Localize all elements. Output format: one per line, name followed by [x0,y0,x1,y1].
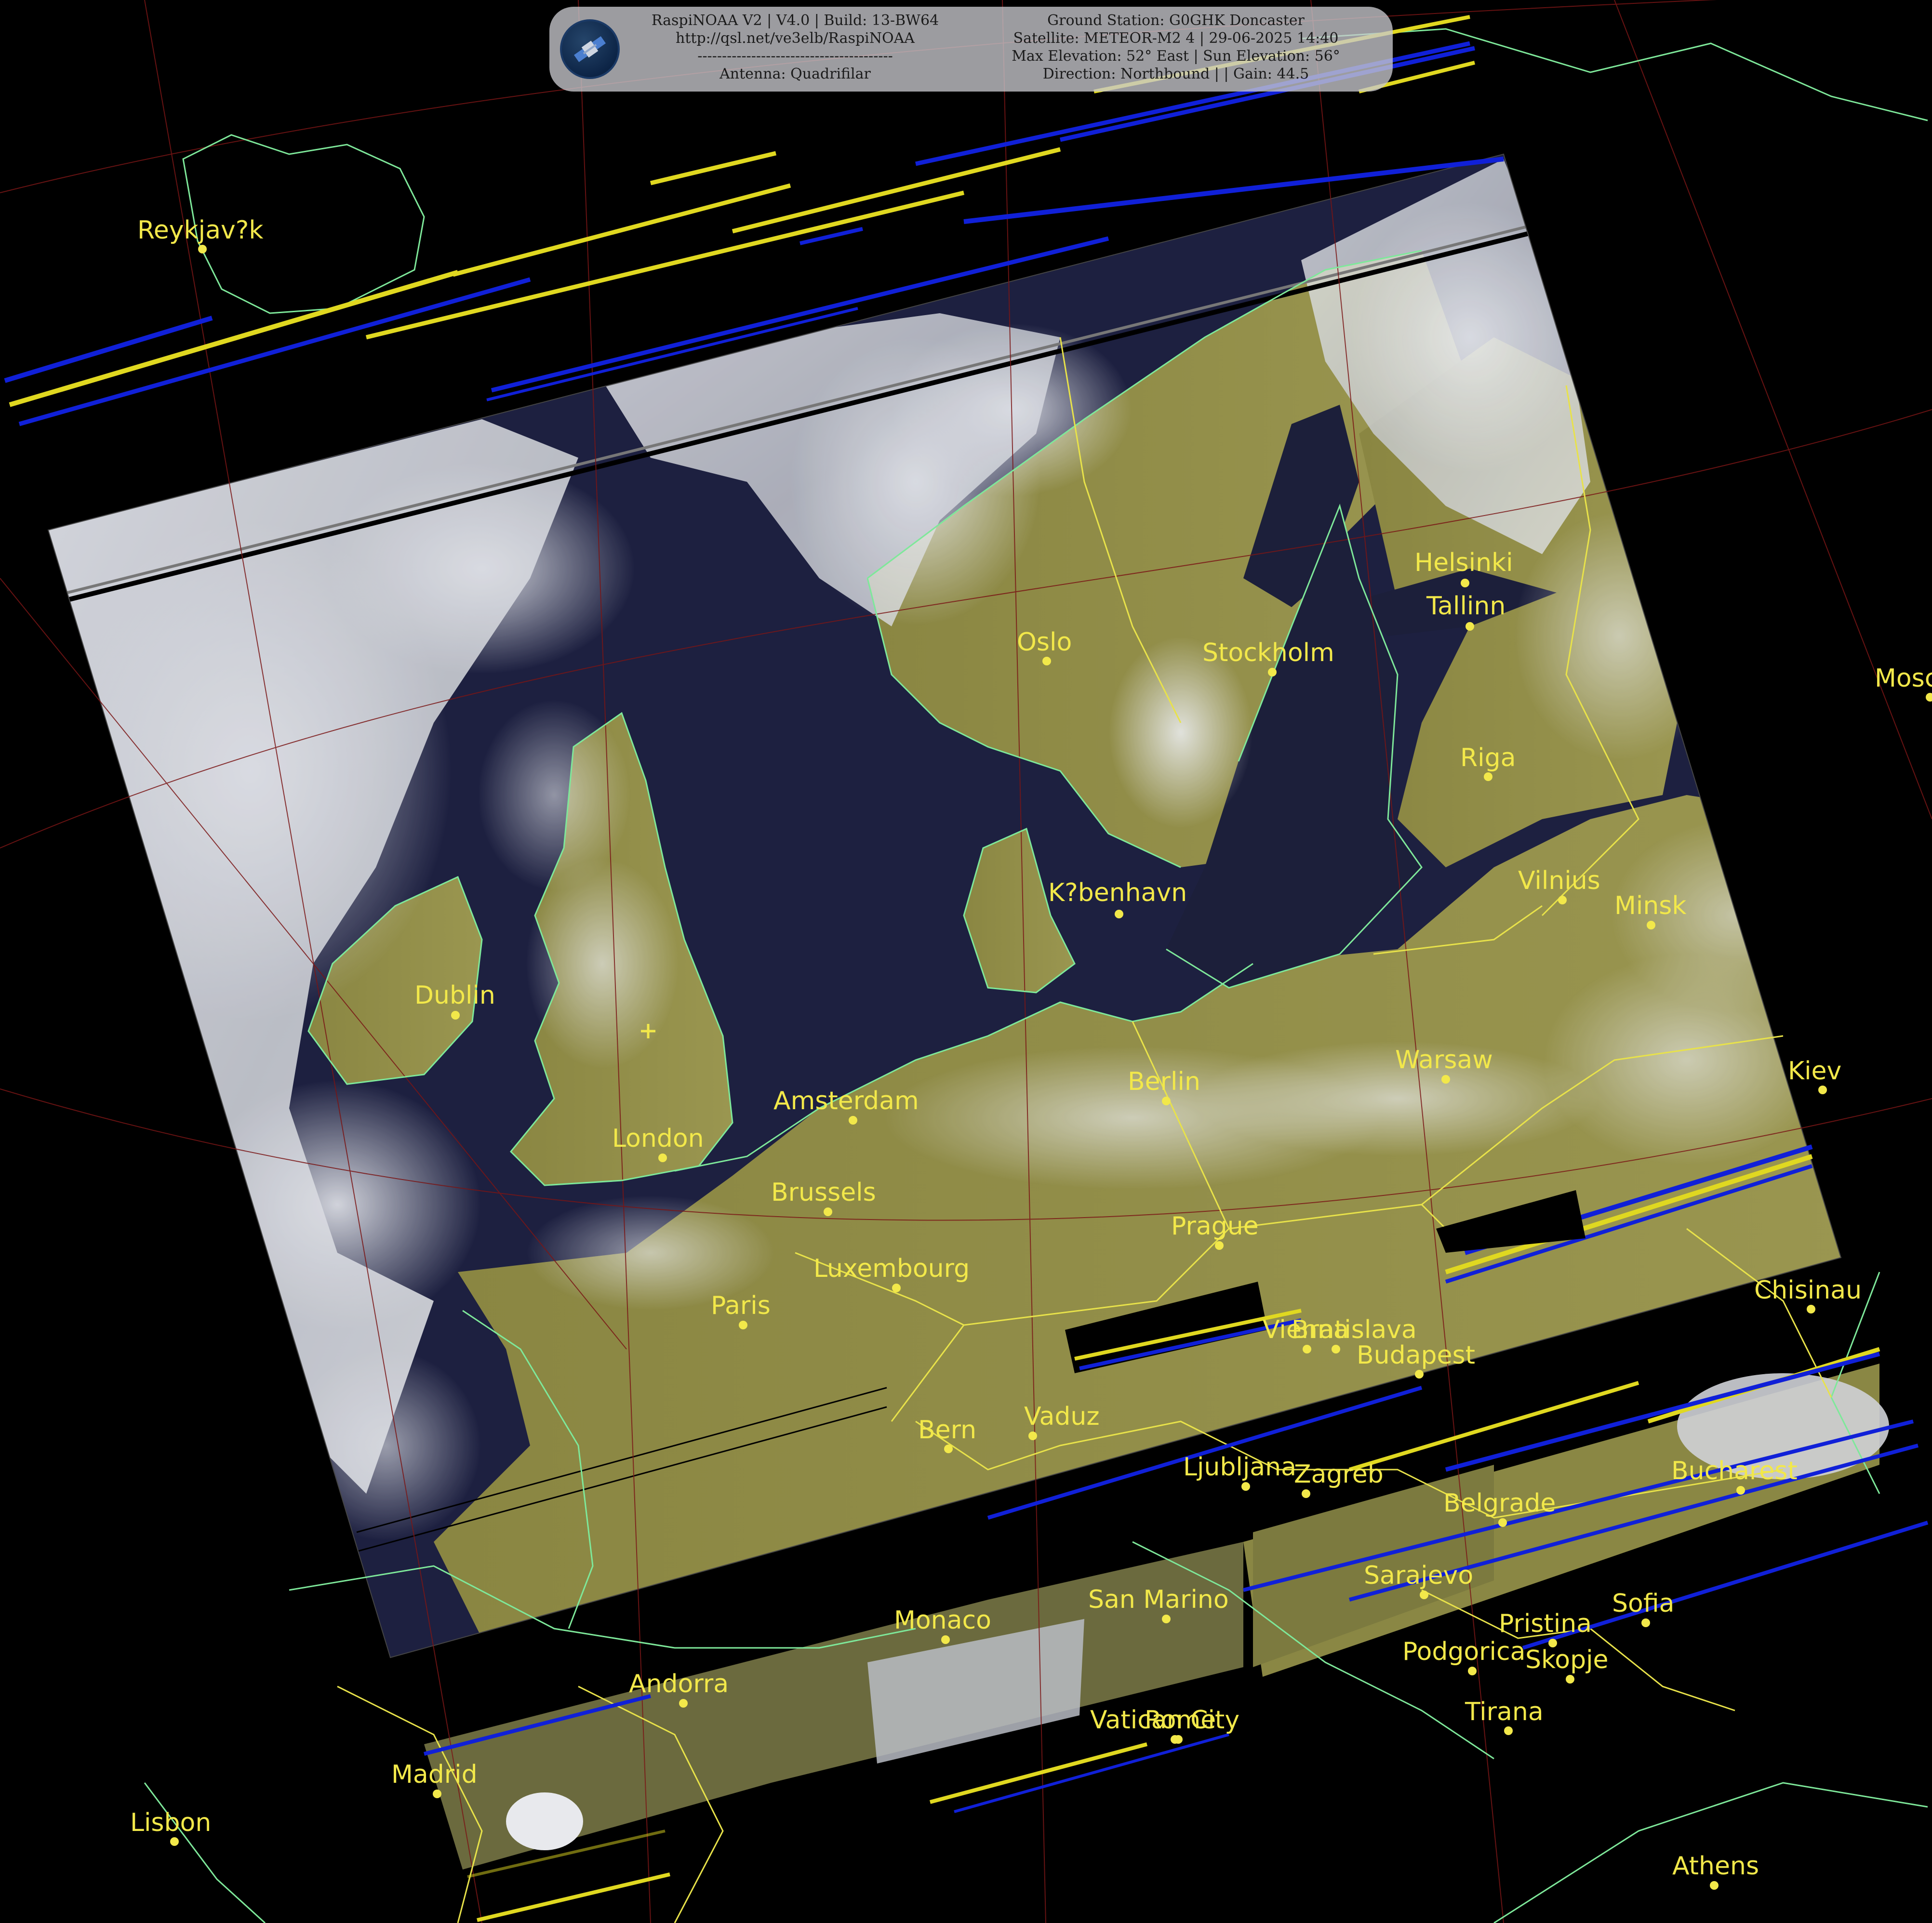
city-marker-luxembourg [892,1284,901,1292]
city-label-chisinau: Chisinau [1754,1276,1862,1305]
city-label-zagreb: Zagreb [1294,1460,1384,1489]
city-marker-vilnius [1558,896,1567,904]
city-label-reykjav-k: Reykjav?k [137,216,263,245]
city-label-paris: Paris [711,1291,771,1320]
city-marker-chisinau [1807,1305,1815,1313]
direction-gain-line: Direction: Northbound | | Gain: 44.5 [1042,66,1309,82]
city-label-tirana: Tirana [1465,1698,1544,1726]
city-marker-stockholm [1268,668,1277,676]
city-marker-lisbon [170,1837,179,1846]
city-marker-oslo [1042,657,1051,665]
city-label-k-benhavn: K?benhavn [1048,878,1187,907]
city-label-san-marino: San Marino [1088,1585,1229,1614]
antenna-line: Antenna: Quadrifilar [720,66,871,82]
city-label-skopje: Skopje [1525,1645,1609,1674]
city-marker-budapest [1415,1370,1424,1379]
city-label-madrid: Madrid [391,1760,478,1789]
city-marker-minsk [1647,921,1655,929]
city-marker-warsaw [1441,1075,1450,1084]
city-marker-zagreb [1302,1489,1310,1498]
city-marker-athens [1710,1881,1719,1890]
city-label-minsk: Minsk [1614,891,1686,920]
city-marker-tallinn [1466,622,1474,631]
city-label-ljubljana: Ljubljana [1183,1453,1296,1482]
city-marker-podgorica [1468,1667,1477,1675]
city-label-riga: Riga [1460,743,1516,772]
city-label-bucharest: Bucharest [1671,1457,1798,1485]
city-label-vaduz: Vaduz [1024,1402,1100,1431]
separator-line: ---------------------------------------- [697,48,893,65]
city-marker-riga [1484,772,1492,781]
city-marker-sarajevo [1420,1591,1428,1599]
city-label-budapest: Budapest [1357,1341,1475,1370]
city-label-warsaw: Warsaw [1395,1046,1493,1074]
city-label-lisbon: Lisbon [130,1808,211,1837]
city-label-brussels: Brussels [771,1178,876,1207]
city-label-kiev: Kiev [1788,1057,1841,1086]
city-marker-mosc [1926,693,1932,702]
city-marker-monaco [941,1635,950,1644]
city-label-oslo: Oslo [1017,628,1072,657]
city-marker-london [658,1154,667,1162]
satellite-line: Satellite: METEOR-M2 4 | 29-06-2025 14:4… [1013,30,1339,47]
city-label-dublin: Dublin [414,981,495,1010]
city-marker-paris [739,1321,747,1329]
elevation-line: Max Elevation: 52° East | Sun Elevation:… [1012,48,1340,65]
station-software-info: RaspiNOAA V2 | V4.0 | Build: 13-BW64 htt… [626,12,964,83]
city-label-vilnius: Vilnius [1518,866,1600,895]
city-marker-rome [1174,1735,1183,1744]
city-label-helsinki: Helsinki [1414,548,1513,577]
city-label-berlin: Berlin [1128,1067,1200,1096]
city-marker-sofia [1641,1618,1650,1627]
city-label-tallinn: Tallinn [1426,592,1506,621]
city-marker-berlin [1162,1097,1171,1105]
satellite-icon [560,19,620,79]
city-label-bern: Bern [918,1416,976,1445]
city-label-amsterdam: Amsterdam [773,1087,919,1115]
city-marker-dublin [451,1011,460,1020]
city-marker-andorra [679,1699,688,1708]
city-marker-k-benhavn [1115,910,1123,918]
city-label-luxembourg: Luxembourg [813,1254,970,1283]
city-label-monaco: Monaco [894,1606,991,1635]
city-marker-kiev [1818,1086,1827,1094]
city-marker-vaduz [1028,1432,1037,1440]
city-label-bratislava: Bratislava [1292,1315,1417,1344]
city-label-podgorica: Podgorica [1402,1637,1525,1666]
satellite-image: Reykjav?k Helsinki Tallinn Oslo Stockholm Mos… [0,0,1932,1923]
satellite-map-view: Reykjav?k Helsinki Tallinn Oslo Stockholm Mos… [0,0,1932,1923]
city-marker-ljubljana [1241,1482,1250,1491]
city-label-rome: Rome [1145,1706,1216,1735]
software-version-line: RaspiNOAA V2 | V4.0 | Build: 13-BW64 [651,12,939,29]
city-marker-belgrade [1498,1518,1507,1527]
city-label-london: London [612,1124,704,1153]
city-label-belgrade: Belgrade [1443,1489,1556,1518]
city-label-pristina: Pristina [1499,1609,1592,1638]
city-marker-amsterdam [849,1116,857,1125]
city-marker-brussels [824,1207,832,1216]
city-marker-vienna [1303,1345,1311,1353]
city-label-athens: Athens [1672,1852,1759,1881]
city-label-sarajevo: Sarajevo [1364,1561,1473,1590]
city-marker-helsinki [1461,579,1469,587]
city-marker-san-marino [1162,1615,1171,1623]
software-url-line: http://qsl.net/ve3elb/RaspiNOAA [676,30,915,47]
city-marker-skopje [1566,1675,1574,1684]
city-label-andorra: Andorra [629,1670,729,1698]
city-label-sofia: Sofia [1612,1589,1674,1618]
city-marker-reykjav-k [198,245,207,253]
city-label-prague: Prague [1171,1212,1259,1241]
pass-details: Ground Station: G0GHK Doncaster Satellit… [969,12,1383,83]
city-marker-prague [1215,1241,1224,1250]
ground-station-line: Ground Station: G0GHK Doncaster [1047,12,1305,29]
city-marker-tirana [1504,1726,1513,1735]
city-label-mosc: Mosc [1875,664,1932,693]
city-marker-madrid [433,1790,441,1798]
city-marker-bern [944,1445,953,1453]
city-label-stockholm: Stockholm [1202,638,1334,667]
city-marker-bucharest [1736,1486,1745,1495]
city-marker-bratislava [1332,1345,1340,1353]
